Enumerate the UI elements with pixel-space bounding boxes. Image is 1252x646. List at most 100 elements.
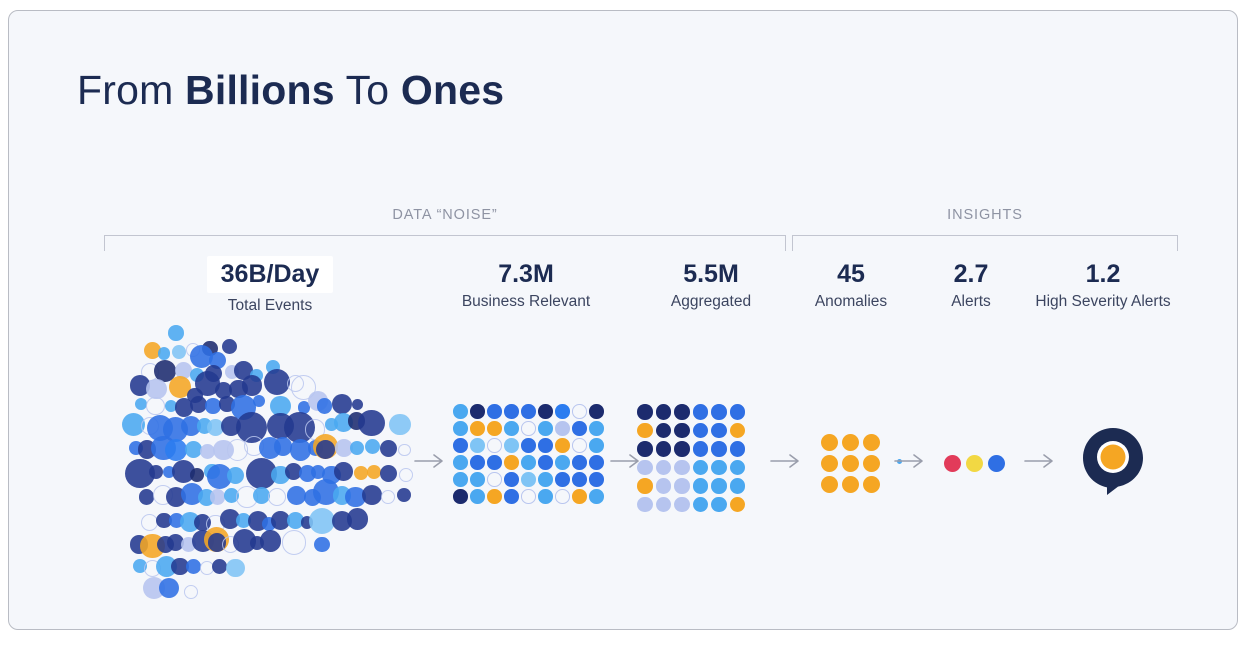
cloud-dot bbox=[159, 578, 180, 599]
relevant-dot bbox=[504, 455, 519, 470]
arrow-right-icon bbox=[1023, 452, 1057, 470]
aggregated-dot bbox=[711, 441, 727, 457]
relevant-dot bbox=[521, 404, 536, 419]
relevant-dot bbox=[487, 489, 502, 504]
anomaly-dot bbox=[863, 434, 880, 451]
relevant-dot bbox=[487, 455, 502, 470]
aggregated-dot bbox=[692, 441, 708, 457]
relevant-dot bbox=[538, 472, 553, 487]
relevant-dot bbox=[453, 421, 468, 436]
cloud-dot bbox=[396, 488, 411, 503]
cloud-dot bbox=[145, 396, 165, 416]
relevant-dot bbox=[487, 404, 502, 419]
aggregated-dot bbox=[729, 441, 745, 457]
cloud-dot bbox=[287, 486, 306, 505]
cloud-dot bbox=[281, 530, 307, 556]
aggregated-dot bbox=[655, 459, 671, 475]
cloud-dot bbox=[157, 347, 171, 360]
relevant-dot bbox=[538, 489, 553, 504]
relevant-dot bbox=[470, 472, 485, 487]
relevant-dot bbox=[453, 489, 468, 504]
cloud-dot bbox=[211, 558, 228, 575]
anomaly-dot bbox=[821, 434, 838, 451]
dot-row-alerts bbox=[943, 453, 1007, 473]
relevant-dot bbox=[572, 455, 587, 470]
aggregated-dot bbox=[674, 422, 690, 438]
relevant-dot bbox=[470, 438, 485, 453]
cloud-dot bbox=[364, 438, 381, 455]
aggregated-dot bbox=[674, 404, 690, 420]
relevant-dot bbox=[521, 438, 536, 453]
anomaly-dot bbox=[863, 455, 880, 472]
relevant-dot bbox=[555, 472, 570, 487]
cloud-dot bbox=[361, 485, 382, 506]
cloud-dot bbox=[332, 394, 353, 415]
relevant-dot bbox=[555, 438, 570, 453]
funnel-visualization bbox=[9, 11, 1237, 629]
cloud-dot bbox=[349, 441, 364, 456]
alert-dot bbox=[943, 454, 961, 472]
relevant-dot bbox=[572, 489, 587, 504]
relevant-dot bbox=[538, 404, 553, 419]
cloud-dot bbox=[138, 489, 155, 505]
cloud-dot bbox=[352, 398, 363, 410]
aggregated-dot bbox=[674, 441, 690, 457]
cloud-dot bbox=[165, 438, 187, 461]
anodot-logo-icon bbox=[1081, 426, 1145, 498]
relevant-dot bbox=[504, 421, 519, 436]
cloud-dot bbox=[189, 468, 204, 483]
aggregated-dot bbox=[729, 496, 745, 512]
aggregated-dot bbox=[729, 422, 745, 438]
anomaly-dot bbox=[842, 455, 859, 472]
relevant-dot bbox=[589, 472, 604, 487]
alert-dot bbox=[965, 454, 983, 472]
cloud-dot bbox=[267, 487, 287, 507]
cloud-dot bbox=[353, 466, 368, 481]
cloud-dot bbox=[146, 378, 167, 399]
cloud-dot bbox=[398, 443, 411, 456]
cloud-dot bbox=[263, 368, 291, 396]
relevant-dot bbox=[521, 489, 536, 504]
aggregated-dot bbox=[711, 459, 727, 475]
cloud-dot bbox=[252, 394, 266, 407]
relevant-dot bbox=[453, 404, 468, 419]
cloud-dot bbox=[183, 584, 198, 599]
anomaly-dot bbox=[863, 476, 880, 493]
aggregated-dot bbox=[674, 459, 690, 475]
cloud-dot bbox=[168, 325, 184, 341]
relevant-dot bbox=[572, 421, 587, 436]
aggregated-dot bbox=[674, 478, 690, 494]
dot-grid-business-relevant bbox=[453, 404, 604, 509]
aggregated-dot bbox=[637, 459, 653, 475]
relevant-dot bbox=[572, 438, 587, 453]
relevant-dot bbox=[453, 472, 468, 487]
relevant-dot bbox=[555, 404, 570, 419]
slide-canvas: From Billions To Ones DATA “NOISE” INSIG… bbox=[8, 10, 1238, 630]
aggregated-dot bbox=[692, 404, 708, 420]
cloud-dot bbox=[398, 468, 413, 483]
relevant-dot bbox=[453, 438, 468, 453]
aggregated-dot bbox=[655, 478, 671, 494]
relevant-dot bbox=[470, 489, 485, 504]
cloud-dot bbox=[334, 462, 353, 481]
anomaly-dot bbox=[821, 476, 838, 493]
relevant-dot bbox=[589, 421, 604, 436]
aggregated-dot bbox=[655, 441, 671, 457]
aggregated-dot bbox=[637, 404, 653, 420]
relevant-dot bbox=[521, 455, 536, 470]
relevant-dot bbox=[504, 472, 519, 487]
aggregated-dot bbox=[729, 478, 745, 494]
arrow-right-icon bbox=[769, 452, 803, 470]
aggregated-dot bbox=[637, 441, 653, 457]
relevant-dot bbox=[538, 438, 553, 453]
anomaly-dot bbox=[821, 455, 838, 472]
aggregated-dot bbox=[637, 478, 653, 494]
relevant-dot bbox=[572, 472, 587, 487]
cloud-dot bbox=[358, 409, 385, 436]
cloud-dot bbox=[316, 440, 335, 460]
cloud-dot bbox=[346, 508, 369, 530]
relevant-dot bbox=[589, 489, 604, 504]
cloud-dot bbox=[185, 558, 202, 575]
aggregated-dot bbox=[711, 422, 727, 438]
arrow-right-icon bbox=[893, 452, 927, 470]
